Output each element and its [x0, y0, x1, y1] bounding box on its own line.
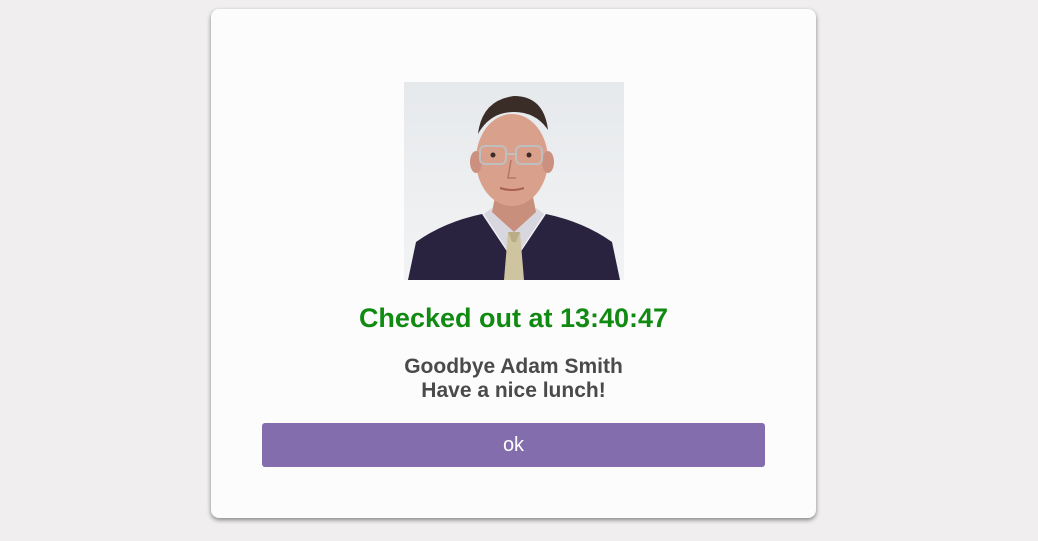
user-photo — [404, 82, 624, 280]
user-photo-image — [404, 82, 624, 280]
checkout-status: Checked out at 13:40:47 — [358, 303, 669, 333]
lunch-message: Have a nice lunch! — [421, 379, 606, 402]
goodbye-message: Goodbye Adam Smith — [404, 355, 623, 378]
ok-button[interactable]: ok — [262, 423, 765, 467]
checkout-dialog: Checked out at 13:40:47 Goodbye Adam Smi… — [211, 9, 816, 518]
